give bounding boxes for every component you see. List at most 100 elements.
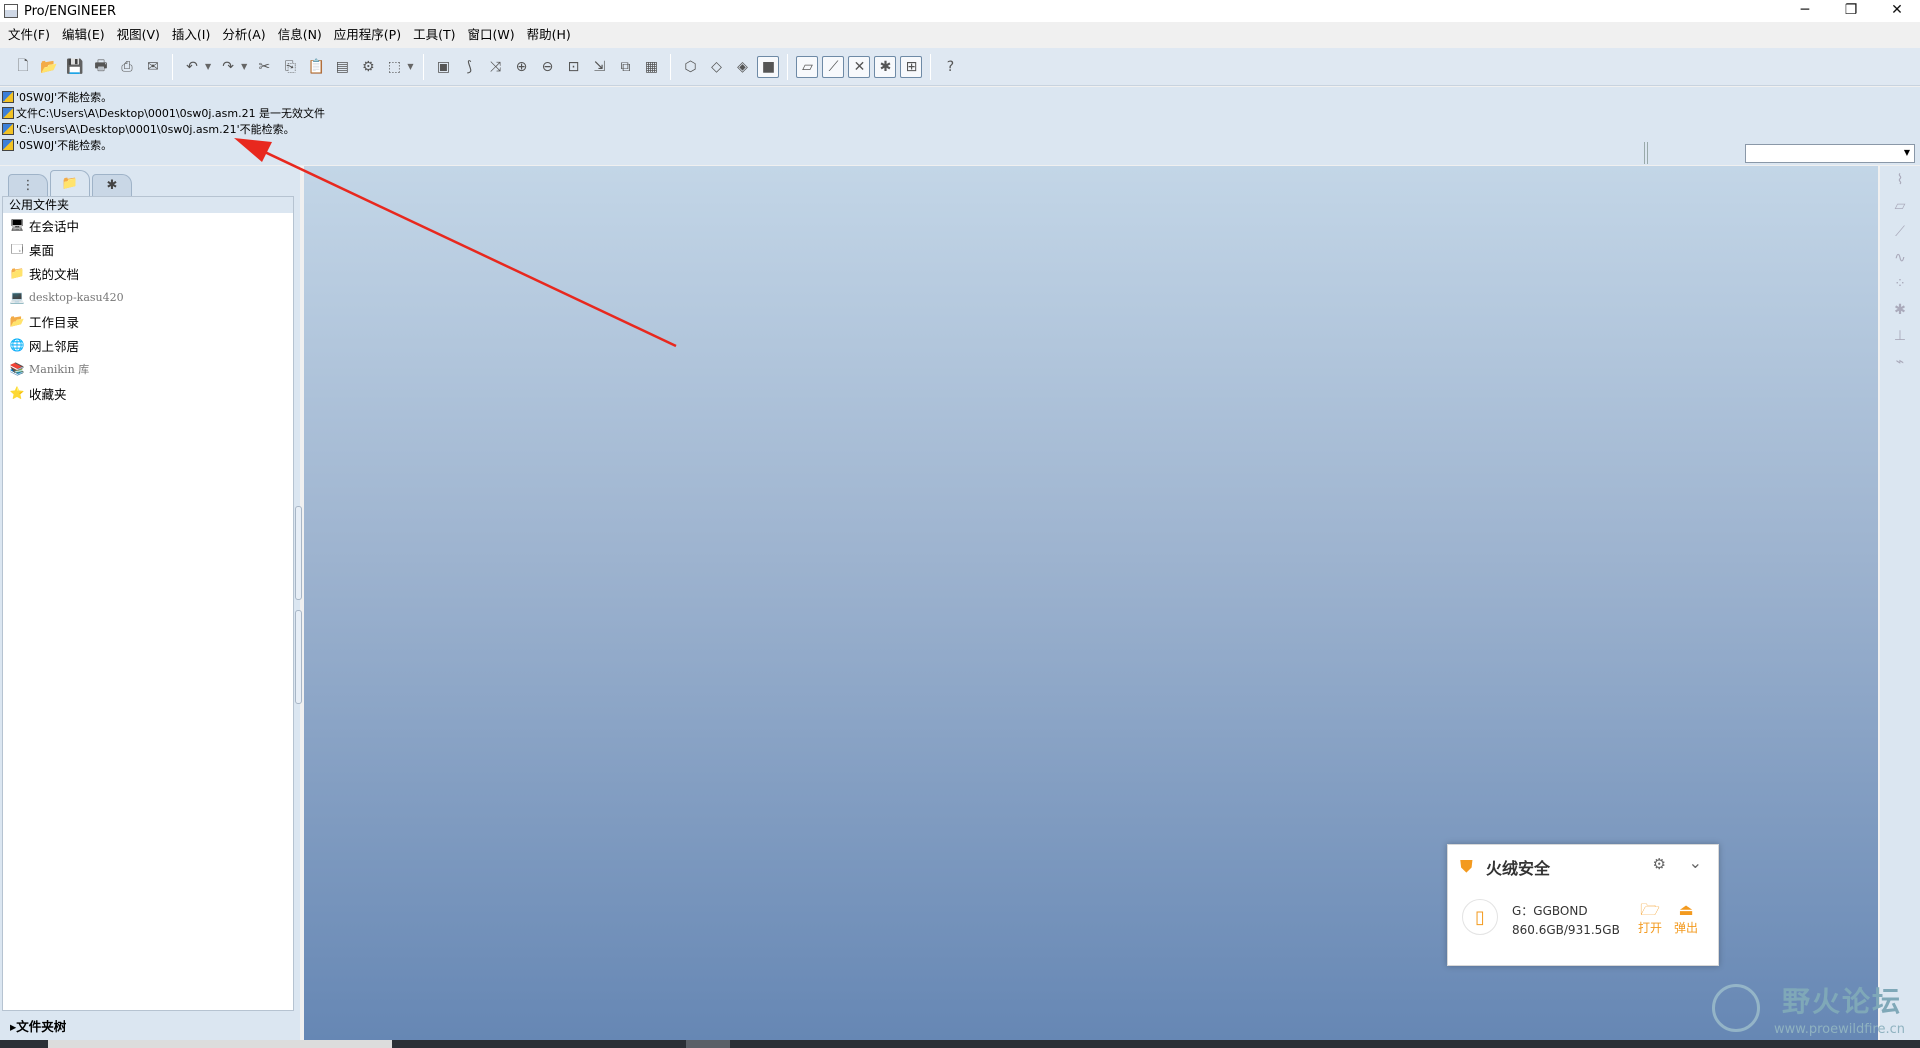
menu-info[interactable]: 信息(N)	[272, 24, 328, 46]
folder-item[interactable]: 💻 desktop-kasu420	[3, 285, 293, 309]
spin-center-icon[interactable]: ⟆	[458, 56, 480, 78]
folder-label: 网上邻居	[29, 338, 80, 354]
refit-icon[interactable]: ⊡	[562, 56, 584, 78]
taskbar-app[interactable]	[48, 1040, 392, 1048]
menu-file[interactable]: 文件(F)	[2, 24, 56, 46]
computer-icon: 💻	[9, 290, 25, 304]
paste-special-icon[interactable]: ▤	[331, 56, 353, 78]
network-icon: 🌐	[9, 338, 25, 352]
folder-browser-icon: 📁	[61, 176, 79, 191]
open-drive-button[interactable]: 🗁 打开	[1636, 901, 1664, 936]
datum-curve-icon[interactable]: ∿	[1890, 250, 1910, 270]
folder-item[interactable]: 📂 工作目录	[3, 309, 293, 333]
folder-item[interactable]: 📚 Manikin 库	[3, 357, 293, 381]
message-line: 文件C:\Users\A\Desktop\0001\0sw0j.asm.21 是…	[0, 105, 1920, 121]
no-hidden-icon[interactable]: ◈	[731, 56, 753, 78]
restore-button[interactable]: ❐	[1828, 0, 1874, 22]
print-preview-icon[interactable]: ⎙	[116, 56, 138, 78]
layers-icon[interactable]: ▦	[640, 56, 662, 78]
shading-icon[interactable]: ■	[757, 55, 780, 78]
eject-drive-button[interactable]: ⏏ 弹出	[1672, 901, 1700, 936]
close-button[interactable]: ✕	[1874, 0, 1920, 22]
model-tree-tab[interactable]: ⋮	[8, 174, 48, 196]
chevron-down-icon: ▼	[1903, 148, 1910, 157]
drive-name: G：GGBOND	[1512, 904, 1588, 918]
menu-applications[interactable]: 应用程序(P)	[328, 24, 407, 46]
desktop-icon: 🗔	[10, 242, 24, 256]
menu-window[interactable]: 窗口(W)	[461, 24, 520, 46]
menu-edit[interactable]: 编辑(E)	[56, 24, 111, 46]
folder-item[interactable]: 🌐 网上邻居	[3, 333, 293, 357]
pipe-icon[interactable]: ⌁	[1890, 354, 1910, 374]
folder-tree-toggle[interactable]: ▸文件夹树	[10, 1016, 66, 1035]
redo-icon[interactable]: ↷	[217, 56, 239, 78]
toolbar-separator	[787, 53, 789, 80]
menu-help[interactable]: 帮助(H)	[521, 24, 577, 46]
undo-icon[interactable]: ↶	[181, 56, 203, 78]
reorient-icon[interactable]: ⇲	[588, 56, 610, 78]
select-box-icon[interactable]: ⬚	[383, 56, 405, 78]
print-icon[interactable]: 🖶	[90, 56, 112, 78]
repaint-icon[interactable]: ▣	[432, 56, 454, 78]
message-info-icon	[2, 107, 14, 119]
menu-tools[interactable]: 工具(T)	[407, 24, 461, 46]
hidden-line-icon[interactable]: ◇	[705, 56, 727, 78]
mail-icon[interactable]: ✉	[142, 56, 164, 78]
orient-icon[interactable]: ⤨	[484, 56, 506, 78]
chevron-down-icon[interactable]: ▼	[407, 62, 413, 71]
saved-views-icon[interactable]: ⧉	[614, 56, 636, 78]
datum-axis-icon[interactable]: ⟋	[1890, 224, 1910, 244]
menu-analysis[interactable]: 分析(A)	[216, 24, 271, 46]
copy-icon[interactable]: ⎘	[279, 56, 301, 78]
annotation-icon[interactable]: ⊞	[900, 55, 923, 78]
save-icon[interactable]: 💾	[64, 56, 86, 78]
datum-axes-icon[interactable]: ⟋	[822, 55, 845, 78]
chevron-down-icon[interactable]: ▼	[241, 62, 247, 71]
chevron-down-icon[interactable]: ▼	[205, 62, 211, 71]
open-icon[interactable]: 📂	[38, 56, 60, 78]
folder-item[interactable]: 🖥 在会话中	[3, 213, 293, 237]
message-area-divider[interactable]	[1644, 142, 1648, 164]
folder-item[interactable]: ⭐ 收藏夹	[3, 381, 293, 405]
datum-toolbar: ⌇ ▱ ⟋ ∿ ⁘ ✱ ⊥ ⌁	[1880, 166, 1920, 1040]
taskbar-app[interactable]	[686, 1040, 730, 1048]
datum-point-icon[interactable]: ⁘	[1890, 276, 1910, 296]
datum-plane-icon[interactable]: ▱	[1890, 198, 1910, 218]
navigator-tabs: ⋮ 📁 ✱	[8, 170, 134, 196]
navigator-sash[interactable]	[295, 506, 302, 600]
folder-item[interactable]: 🗔 桌面	[3, 237, 293, 261]
navigator-sash[interactable]	[295, 610, 302, 704]
coord-sys-icon[interactable]: ✱	[874, 55, 897, 78]
datum-planes-icon[interactable]: ▱	[796, 55, 819, 78]
zoom-in-icon[interactable]: ⊕	[510, 56, 532, 78]
datum-points-icon[interactable]: ✕	[848, 55, 871, 78]
sketch-icon[interactable]: ⌇	[1890, 172, 1910, 192]
favorites-tab[interactable]: ✱	[92, 174, 132, 196]
new-icon[interactable]: 🗋	[12, 56, 34, 78]
wireframe-icon[interactable]: ⬡	[679, 56, 701, 78]
selection-filter-dropdown[interactable]: ▼	[1745, 144, 1915, 163]
message-info-icon	[2, 123, 14, 135]
monitor-icon: 🖥	[9, 218, 25, 232]
regenerate-icon[interactable]: ⚙	[357, 56, 379, 78]
gear-icon[interactable]: ⚙	[1653, 855, 1666, 873]
folder-label: 收藏夹	[29, 386, 67, 402]
menu-view[interactable]: 视图(V)	[111, 24, 166, 46]
zoom-out-icon[interactable]: ⊖	[536, 56, 558, 78]
context-help-icon[interactable]: ?	[939, 56, 961, 78]
folder-browser-tab[interactable]: 📁	[50, 170, 90, 196]
coordinate-system-icon[interactable]: ✱	[1890, 302, 1910, 322]
analysis-feature-icon[interactable]: ⊥	[1890, 328, 1910, 348]
folder-item[interactable]: 📁 我的文档	[3, 261, 293, 285]
message-line: '0SW0J'不能检索。	[0, 137, 1920, 153]
folder-label: desktop-kasu420	[29, 290, 124, 304]
menu-insert[interactable]: 插入(I)	[166, 24, 216, 46]
toolbar-separator	[423, 53, 425, 80]
manikin-icon: 📚	[9, 362, 25, 376]
chevron-down-icon[interactable]: ⌄	[1689, 853, 1702, 872]
minimize-button[interactable]: ─	[1782, 0, 1828, 22]
message-area: '0SW0J'不能检索。 文件C:\Users\A\Desktop\0001\0…	[0, 87, 1920, 165]
paste-icon[interactable]: 📋	[305, 56, 327, 78]
cut-icon[interactable]: ✂	[253, 56, 275, 78]
eject-icon: ⏏	[1678, 900, 1694, 919]
